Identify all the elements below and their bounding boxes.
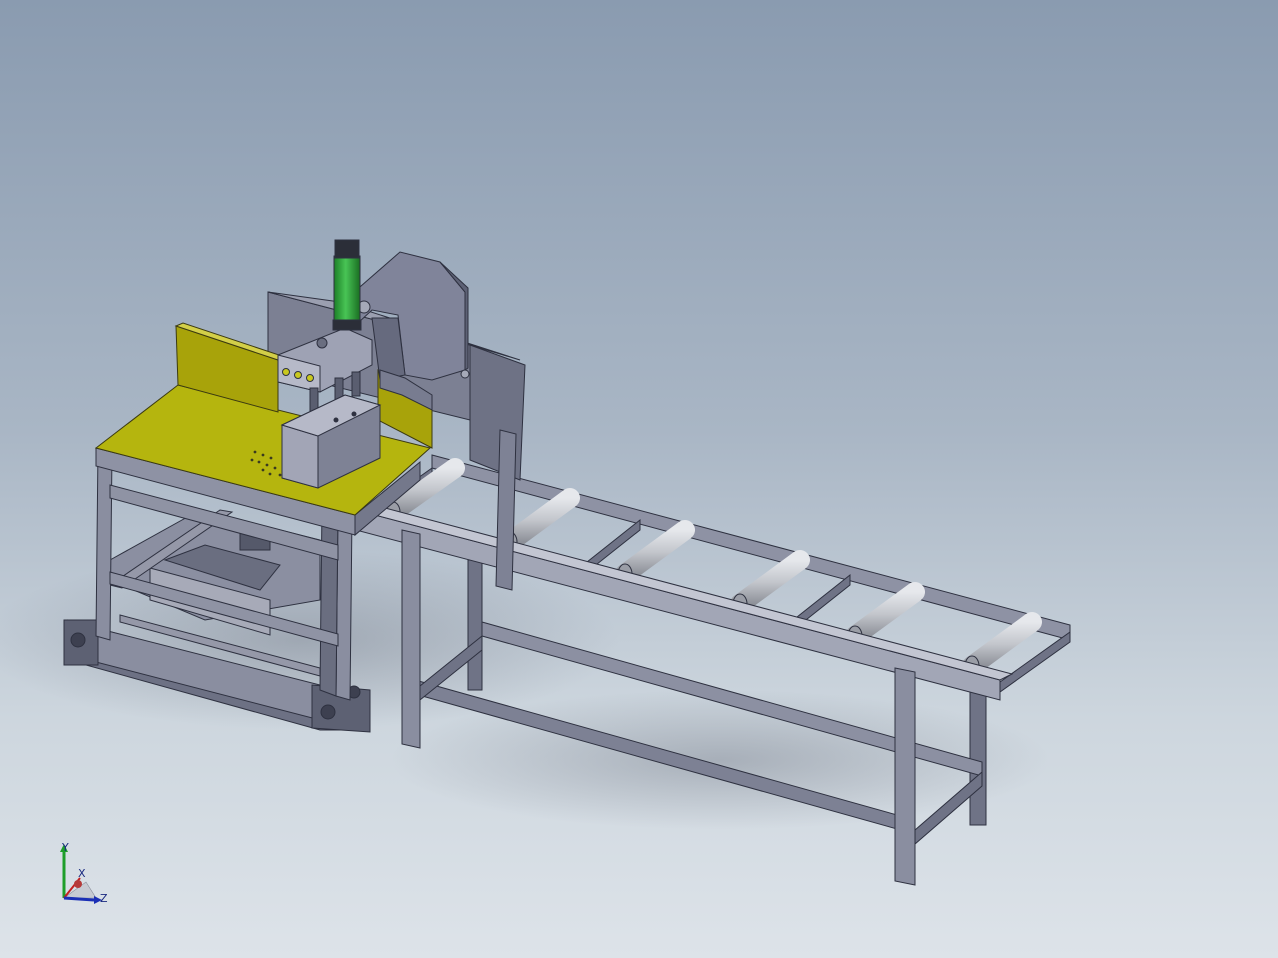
conveyor-leg: [401, 529, 421, 749]
table-leg: [95, 447, 113, 641]
coordinate-triad: Y X Z: [52, 838, 122, 918]
guide-rod: [351, 371, 361, 397]
housing-bolt: [333, 417, 339, 423]
pivot-bolt: [460, 369, 470, 379]
cad-viewport[interactable]: Y X Z: [0, 0, 1278, 958]
pneumatic-cylinder: [333, 255, 361, 325]
port-fitting: [306, 374, 314, 382]
rear-leg: [495, 429, 517, 591]
table-leg: [335, 511, 353, 701]
port-fitting: [282, 368, 290, 376]
table-leg: [319, 504, 339, 697]
axis-x-label: X: [78, 867, 86, 880]
cylinder-cap: [334, 239, 360, 259]
port-fitting: [294, 371, 302, 379]
conveyor-leg: [894, 667, 916, 886]
flange-bolt: [316, 337, 328, 349]
rear-frame: [469, 344, 526, 481]
axis-y-label: Y: [62, 841, 69, 854]
machine-assembly-model[interactable]: [0, 0, 1278, 958]
cylinder-base: [332, 319, 362, 331]
axis-z-label: Z: [100, 892, 108, 905]
housing-bolt: [351, 411, 357, 417]
conveyor-leg: [467, 559, 483, 691]
foot-bolt: [320, 704, 336, 720]
conveyor-leg: [969, 689, 987, 826]
foot-bolt: [70, 632, 86, 648]
